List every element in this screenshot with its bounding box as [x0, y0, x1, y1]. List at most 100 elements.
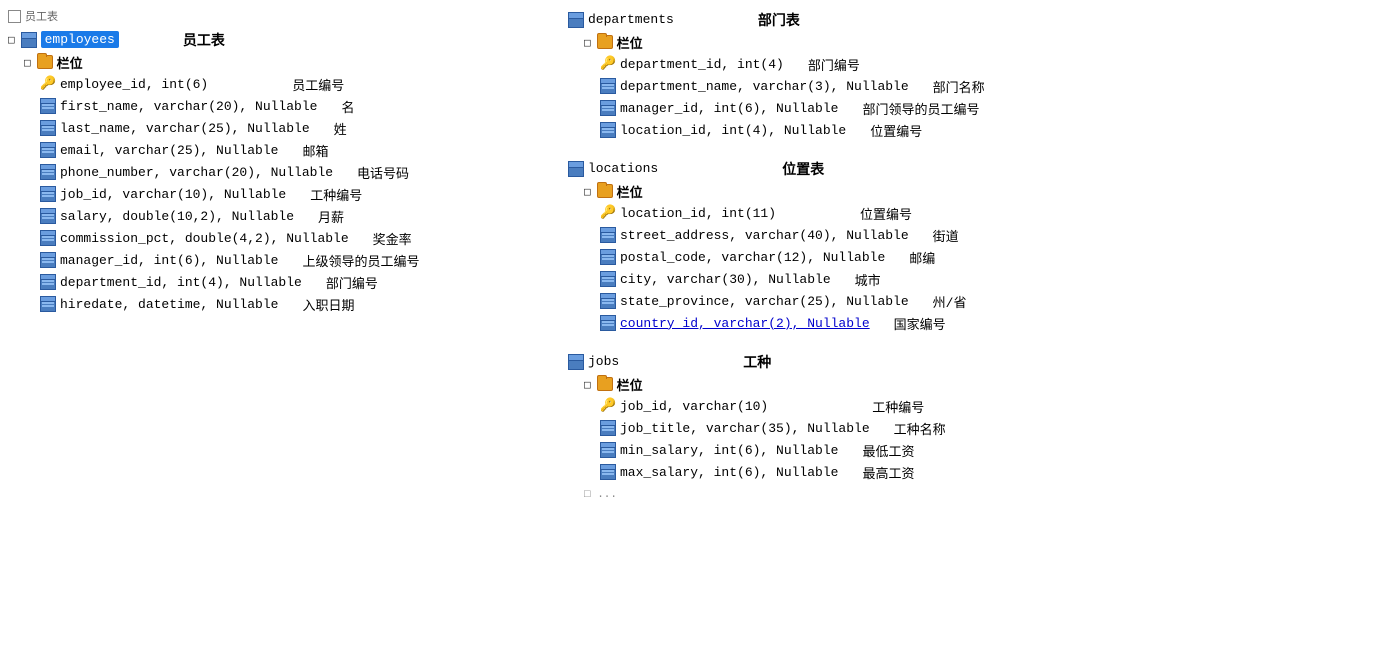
table-name-departments[interactable]: departments [588, 12, 674, 27]
field-name-first_name: first_name, varchar(20), Nullable [60, 99, 317, 114]
col-icon-job_id [40, 186, 56, 202]
field-name-job_id: job_id, varchar(10), Nullable [60, 187, 286, 202]
jobs-header: jobs 工种 [568, 350, 988, 373]
departments-header: departments 部门表 [568, 8, 988, 31]
expand-columns[interactable]: □ [24, 56, 31, 69]
cmt-max-salary: 最高工资 [862, 463, 914, 482]
departments-block: departments 部门表 □ 栏位 🔑 department_id, in… [568, 8, 988, 647]
fname-dept-name: department_name, varchar(3), Nullable [620, 79, 909, 94]
key-icon-loc-id: 🔑 [600, 205, 616, 221]
field-employee_id: 🔑 employee_id, int(6) 员工编号 [40, 73, 568, 95]
field-department_name: department_name, varchar(3), Nullable 部门… [600, 75, 988, 97]
field-name-manager_id: manager_id, int(6), Nullable [60, 253, 278, 268]
fname-min-salary: min_salary, int(6), Nullable [620, 443, 838, 458]
col-icon-min-salary [600, 442, 616, 458]
table-icon-locations [568, 161, 584, 177]
col-icon-street [600, 227, 616, 243]
field-min_salary: min_salary, int(6), Nullable 最低工资 [600, 439, 988, 461]
field-name-department_id: department_id, int(4), Nullable [60, 275, 302, 290]
field-name-last_name: last_name, varchar(25), Nullable [60, 121, 310, 136]
comment-salary: 月薪 [318, 207, 344, 226]
key-icon-employee_id: 🔑 [40, 76, 56, 92]
cmt-min-salary: 最低工资 [862, 441, 914, 460]
folder-icon-jobs [597, 377, 613, 391]
field-phone_number: phone_number, varchar(20), Nullable 电话号码 [40, 161, 568, 183]
columns-folder-departments[interactable]: □ 栏位 [584, 31, 988, 53]
field-name-hiredate: hiredate, datetime, Nullable [60, 297, 278, 312]
table-name-locations[interactable]: locations [588, 161, 658, 176]
cmt-country: 国家编号 [894, 314, 946, 333]
cmt-job-id: 工种编号 [872, 397, 924, 416]
col-icon-state [600, 293, 616, 309]
folder-icon-employees [37, 55, 53, 69]
col-icon-postal [600, 249, 616, 265]
col-icon-country [600, 315, 616, 331]
field-department_id: department_id, int(4), Nullable 部门编号 [40, 271, 568, 293]
field-dept-department_id: 🔑 department_id, int(4) 部门编号 [600, 53, 988, 75]
field-job_id-jobs: 🔑 job_id, varchar(10) 工种编号 [600, 395, 988, 417]
col-icon-phone [40, 164, 56, 180]
more-indicator: □ ... [584, 487, 988, 502]
comment-hiredate: 入职日期 [302, 295, 354, 314]
field-name-employee_id: employee_id, int(6) [60, 77, 208, 92]
col-icon-city [600, 271, 616, 287]
fname-street: street_address, varchar(40), Nullable [620, 228, 909, 243]
fname-city: city, varchar(30), Nullable [620, 272, 831, 287]
col-icon-job-title [600, 420, 616, 436]
cmt-dept-id: 部门编号 [808, 55, 860, 74]
table-name-jobs[interactable]: jobs [588, 354, 619, 369]
top-label-small: 员工表 [25, 8, 58, 24]
field-hiredate: hiredate, datetime, Nullable 入职日期 [40, 293, 568, 315]
comment-phone: 电话号码 [357, 163, 409, 182]
cols-label-loc: 栏位 [617, 182, 643, 201]
comment-department_id: 部门编号 [326, 273, 378, 292]
dept-table-label: 部门表 [758, 10, 800, 30]
jobs-table-label: 工种 [743, 352, 771, 372]
col-icon-max-salary [600, 464, 616, 480]
locations-block: locations 位置表 □ 栏位 🔑 location_id, int(11… [568, 157, 988, 334]
field-location_id-dept: location_id, int(4), Nullable 位置编号 [600, 119, 988, 141]
col-icon-hiredate [40, 296, 56, 312]
comment-first_name: 名 [341, 97, 354, 116]
comment-job_id: 工种编号 [310, 185, 362, 204]
col-icon-dept-loc [600, 122, 616, 138]
comment-email: 邮箱 [302, 141, 328, 160]
cmt-city: 城市 [855, 270, 881, 289]
fname-dept-mgr: manager_id, int(6), Nullable [620, 101, 838, 116]
field-state_province: state_province, varchar(25), Nullable 州/… [600, 290, 988, 312]
fname-state: state_province, varchar(25), Nullable [620, 294, 909, 309]
field-city: city, varchar(30), Nullable 城市 [600, 268, 988, 290]
field-max_salary: max_salary, int(6), Nullable 最高工资 [600, 461, 988, 483]
fname-country[interactable]: country_id, varchar(2), Nullable [620, 316, 870, 331]
table-name-employees[interactable]: employees [41, 31, 119, 48]
key-icon-dept-id: 🔑 [600, 56, 616, 72]
comment-employee_id: 员工编号 [292, 75, 344, 94]
fname-loc-id: location_id, int(11) [620, 206, 776, 221]
cmt-dept-mgr: 部门领导的员工编号 [862, 99, 979, 118]
expand-loc-cols[interactable]: □ [584, 185, 591, 198]
loc-table-label: 位置表 [782, 159, 824, 179]
comment-commission: 奖金率 [373, 229, 412, 248]
expand-employees[interactable]: □ [8, 33, 15, 46]
cmt-job-title: 工种名称 [894, 419, 946, 438]
expand-jobs-cols[interactable]: □ [584, 378, 591, 391]
checkbox-icon[interactable] [8, 10, 21, 23]
col-icon-dept-mgr [600, 100, 616, 116]
field-salary: salary, double(10,2), Nullable 月薪 [40, 205, 568, 227]
folder-icon-loc [597, 184, 613, 198]
fname-dept-loc: location_id, int(4), Nullable [620, 123, 846, 138]
columns-folder-locations[interactable]: □ 栏位 [584, 180, 988, 202]
columns-folder-jobs[interactable]: □ 栏位 [584, 373, 988, 395]
field-job_id: job_id, varchar(10), Nullable 工种编号 [40, 183, 568, 205]
cols-label-jobs: 栏位 [617, 375, 643, 394]
col-icon-manager_id [40, 252, 56, 268]
field-commission_pct: commission_pct, double(4,2), Nullable 奖金… [40, 227, 568, 249]
employees-row[interactable]: □ employees 员工表 [8, 28, 568, 51]
right-panel: departments 部门表 □ 栏位 🔑 department_id, in… [568, 8, 1389, 647]
expand-dept-cols[interactable]: □ [584, 36, 591, 49]
field-name-email: email, varchar(25), Nullable [60, 143, 278, 158]
columns-label-employees: 栏位 [57, 53, 83, 72]
col-icon-dept-name [600, 78, 616, 94]
left-panel: 员工表 □ employees 员工表 □ 栏位 🔑 employee_id, … [8, 8, 568, 647]
columns-folder-employees[interactable]: □ 栏位 [24, 51, 568, 73]
